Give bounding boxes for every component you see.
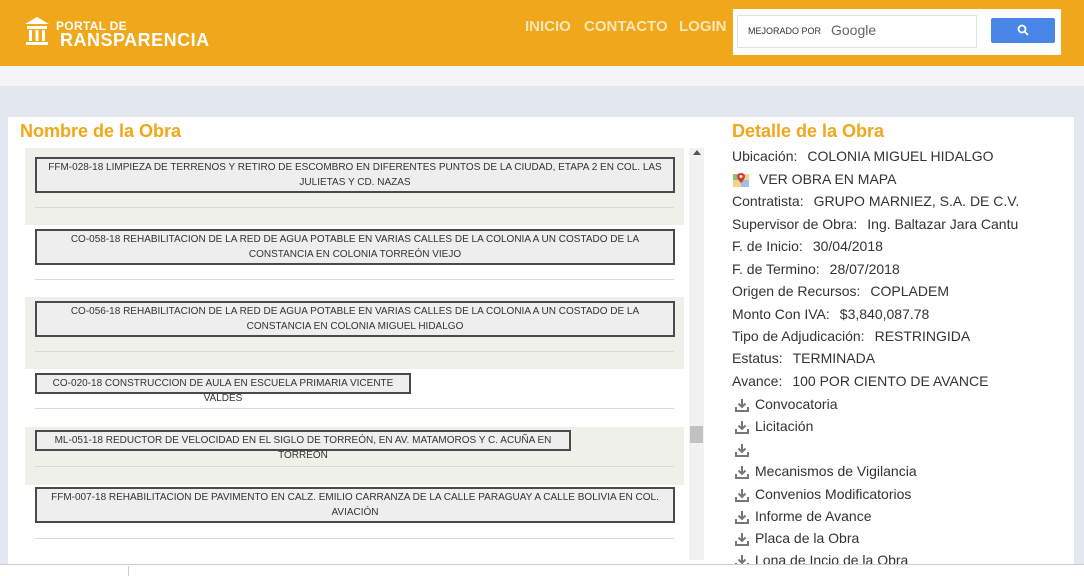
bottom-bar — [0, 564, 1084, 576]
list-separator — [35, 207, 674, 208]
search-icon — [1017, 24, 1029, 36]
download-mecanismos[interactable]: Mecanismos de Vigilancia — [755, 463, 917, 479]
download-licitacion[interactable]: Licitación — [755, 418, 813, 434]
contratista-label: Contratista: — [732, 193, 804, 209]
scroll-thumb[interactable] — [690, 426, 703, 443]
list-item: CO-058-18 REHABILITACION DE LA RED DE AG… — [25, 225, 684, 297]
portal-logo[interactable]: PORTAL DE RANSPARENCIA — [22, 12, 209, 56]
download-icon[interactable] — [734, 442, 750, 458]
obra-list-title: Nombre de la Obra — [20, 121, 182, 141]
detail-adjudicacion: Tipo de Adjudicación: RESTRINGIDA — [732, 328, 970, 344]
list-separator — [35, 538, 674, 539]
download-informe[interactable]: Informe de Avance — [755, 508, 871, 524]
supervisor-label: Supervisor de Obra: — [732, 216, 858, 232]
list-item: CO-020-18 CONSTRUCCION DE AULA EN ESCUEL… — [25, 369, 684, 427]
download-icon[interactable] — [734, 509, 750, 525]
obra-button[interactable]: CO-056-18 REHABILITACION DE LA RED DE AG… — [35, 301, 675, 337]
detail-inicio: F. de Inicio: 30/04/2018 — [732, 238, 883, 254]
inicio-value: 30/04/2018 — [812, 238, 883, 254]
detail-contratista: Contratista: GRUPO MARNIEZ, S.A. DE C.V. — [732, 193, 1019, 209]
estatus-label: Estatus: — [732, 350, 783, 366]
avance-value: 100 POR CIENTO DE AVANCE — [792, 373, 989, 389]
list-separator — [35, 466, 674, 467]
search-field-wrapper: MEJORADO POR Google — [737, 15, 977, 48]
detail-origen: Origen de Recursos: COPLADEM — [732, 283, 949, 299]
ubicacion-label: Ubicación: — [732, 148, 798, 164]
detail-supervisor: Supervisor de Obra: Ing. Baltazar Jara Ca… — [732, 216, 1018, 232]
list-item: ML-051-18 REDUCTOR DE VELOCIDAD EN EL SI… — [25, 427, 684, 485]
detail-title: Detalle de la Obra — [732, 121, 885, 141]
obra-button[interactable]: FFM-007-18 REHABILITACION DE PAVIMENTO E… — [35, 487, 675, 523]
obra-list[interactable]: FFM-028-18 LIMPIEZA DE TERRENOS Y RETIRO… — [25, 148, 684, 560]
nav-inicio[interactable]: INICIO — [525, 18, 571, 35]
list-separator — [35, 408, 674, 409]
origen-value: COPLADEM — [870, 283, 949, 299]
list-item: FFM-028-18 LIMPIEZA DE TERRENOS Y RETIRO… — [25, 148, 684, 225]
termino-label: F. de Termino: — [732, 261, 820, 277]
monto-value: $3,840,087.78 — [839, 306, 930, 322]
adjudicacion-value: RESTRINGIDA — [874, 328, 971, 344]
search-powered-label: MEJORADO POR — [748, 26, 822, 36]
termino-value: 28/07/2018 — [829, 261, 900, 277]
contratista-value: GRUPO MARNIEZ, S.A. DE C.V. — [813, 193, 1020, 209]
download-icon[interactable] — [734, 531, 750, 547]
download-convenios[interactable]: Convenios Modificatorios — [755, 486, 911, 502]
download-icon[interactable] — [734, 419, 750, 435]
list-separator — [35, 351, 674, 352]
download-icon[interactable] — [734, 464, 750, 480]
map-pin-icon[interactable] — [732, 171, 750, 189]
search-box: MEJORADO POR Google — [733, 9, 1061, 55]
nav-login[interactable]: LOGIN — [679, 18, 727, 35]
obra-button[interactable]: CO-020-18 CONSTRUCCION DE AULA EN ESCUEL… — [35, 373, 411, 404]
download-icon[interactable] — [734, 397, 750, 413]
list-scrollbar[interactable] — [689, 148, 704, 560]
nav-login-link[interactable]: LOGIN — [679, 18, 727, 35]
ver-obra-mapa-link[interactable]: VER OBRA EN MAPA — [759, 171, 896, 187]
avance-label: Avance: — [732, 373, 783, 389]
monto-label: Monto Con IVA: — [732, 306, 830, 322]
bottom-divider — [128, 566, 129, 576]
detail-monto: Monto Con IVA: $3,840,087.78 — [732, 306, 929, 322]
scroll-up-arrow-icon[interactable] — [693, 150, 701, 155]
supervisor-value: Ing. Baltazar Jara Cantu — [867, 216, 1019, 232]
download-placa[interactable]: Placa de la Obra — [755, 530, 859, 546]
search-input[interactable] — [888, 20, 973, 44]
ubicacion-value: COLONIA MIGUEL HIDALGO — [807, 148, 994, 164]
download-icon[interactable] — [734, 487, 750, 503]
obra-button[interactable]: CO-058-18 REHABILITACION DE LA RED DE AG… — [35, 229, 675, 265]
logo-line2: RANSPARENCIA — [60, 30, 210, 50]
list-item: CO-056-18 REHABILITACION DE LA RED DE AG… — [25, 297, 684, 369]
download-convocatoria[interactable]: Convocatoria — [755, 396, 838, 412]
obra-button[interactable]: FFM-028-18 LIMPIEZA DE TERRENOS Y RETIRO… — [35, 157, 675, 193]
nav-inicio-link[interactable]: INICIO — [525, 18, 571, 35]
adjudicacion-label: Tipo de Adjudicación: — [732, 328, 865, 344]
detail-estatus: Estatus: TERMINADA — [732, 350, 875, 366]
header: PORTAL DE RANSPARENCIA INICIO CONTACTO L… — [0, 0, 1084, 66]
nav-contacto[interactable]: CONTACTO — [584, 18, 668, 35]
detail-avance: Avance: 100 POR CIENTO DE AVANCE — [732, 373, 988, 389]
building-logo-icon — [25, 17, 49, 45]
detail-ubicacion: Ubicación: COLONIA MIGUEL HIDALGO — [732, 148, 994, 164]
list-separator — [35, 279, 674, 280]
detail-termino: F. de Termino: 28/07/2018 — [732, 261, 900, 277]
google-brand-text: Google — [831, 22, 877, 38]
inicio-label: F. de Inicio: — [732, 238, 803, 254]
nav-contacto-link[interactable]: CONTACTO — [584, 18, 668, 35]
origen-label: Origen de Recursos: — [732, 283, 861, 299]
estatus-value: TERMINADA — [792, 350, 876, 366]
list-item: FFM-007-18 REHABILITACION DE PAVIMENTO E… — [25, 485, 684, 560]
sub-bar — [0, 66, 1084, 86]
search-button[interactable] — [991, 18, 1055, 43]
obra-button[interactable]: ML-051-18 REDUCTOR DE VELOCIDAD EN EL SI… — [35, 430, 571, 461]
